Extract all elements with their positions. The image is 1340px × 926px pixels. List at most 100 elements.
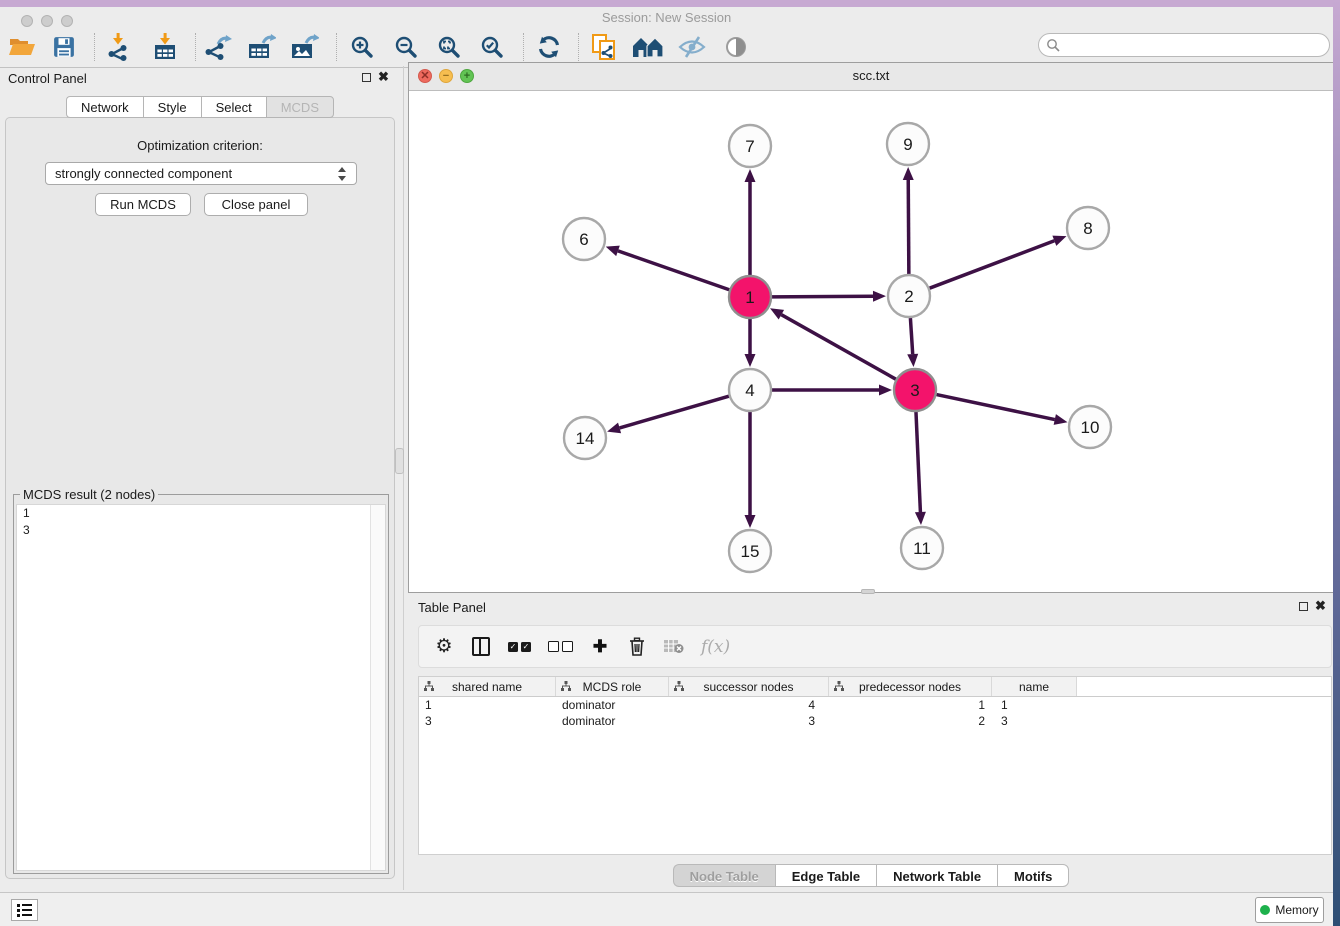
close-panel-button[interactable]: Close panel (204, 193, 308, 216)
toggle-bird-eye-button[interactable] (717, 30, 755, 64)
import-network-button[interactable] (99, 30, 137, 64)
network-view-window[interactable]: ✕ − + scc.txt 7968124314101511 (408, 62, 1334, 593)
edge-1-6[interactable] (618, 251, 729, 290)
export-table-button[interactable] (243, 30, 281, 64)
delete-rows-button[interactable] (627, 635, 647, 659)
attribute-tree-icon (561, 681, 571, 692)
add-row-button[interactable]: ✚ (590, 635, 610, 659)
edge-3-10[interactable] (937, 395, 1055, 420)
cell-name[interactable]: 3 (992, 714, 1077, 728)
cell-shared-name[interactable]: 3 (419, 714, 556, 728)
graph-node-label: 7 (745, 137, 754, 156)
edge-3-11[interactable] (916, 412, 920, 512)
column-header-predecessor-nodes[interactable]: predecessor nodes (829, 677, 992, 696)
search-input[interactable] (1060, 35, 1329, 55)
clone-network-icon (591, 33, 617, 61)
edge-1-2[interactable] (772, 296, 873, 297)
search-field[interactable] (1038, 33, 1330, 57)
cell-MCDS-role[interactable]: dominator (556, 714, 669, 728)
mcds-result-item: 3 (17, 522, 385, 539)
cell-name[interactable]: 1 (992, 698, 1077, 712)
zoom-out-button[interactable] (387, 30, 425, 64)
tab-network[interactable]: Network (66, 96, 143, 118)
edge-2-9[interactable] (908, 180, 909, 274)
cell-predecessor-nodes[interactable]: 1 (829, 698, 992, 712)
tab-select[interactable]: Select (201, 96, 266, 118)
table-row[interactable]: 3dominator323 (419, 713, 1331, 729)
import-table-button[interactable] (146, 30, 184, 64)
tab-motifs[interactable]: Motifs (997, 864, 1069, 887)
column-header-MCDS-role[interactable]: MCDS role (556, 677, 669, 696)
cell-successor-nodes[interactable]: 4 (669, 698, 829, 712)
optimization-criterion-select[interactable]: strongly connected component (45, 162, 357, 185)
tab-node-table[interactable]: Node Table (673, 864, 775, 887)
clone-network-button[interactable] (585, 30, 623, 64)
mcds-result-group: MCDS result (2 nodes) 13 (13, 494, 389, 874)
tab-style[interactable]: Style (143, 96, 201, 118)
cell-successor-nodes[interactable]: 3 (669, 714, 829, 728)
refresh-icon (537, 35, 561, 59)
run-mcds-button[interactable]: Run MCDS (95, 193, 191, 216)
toolbar-separator (336, 33, 337, 61)
save-session-button[interactable] (45, 30, 83, 64)
zoom-fit-button[interactable] (430, 30, 468, 64)
edge-2-3[interactable] (910, 318, 912, 354)
edge-arrowhead (745, 515, 756, 528)
export-table-icon (248, 34, 276, 60)
network-canvas[interactable]: 7968124314101511 (409, 90, 1333, 592)
column-header-name[interactable]: name (992, 677, 1077, 696)
control-panel-header: Control Panel ✖ (0, 66, 400, 92)
select-stepper-icon (338, 167, 347, 181)
edge-2-8[interactable] (930, 241, 1055, 288)
zoom-in-button[interactable] (343, 30, 381, 64)
mcds-result-title: MCDS result (2 nodes) (20, 487, 158, 502)
open-file-button[interactable] (3, 30, 41, 64)
tab-mcds[interactable]: MCDS (266, 96, 334, 118)
attribute-tree-icon (674, 681, 684, 692)
graph-node-label: 11 (913, 539, 931, 558)
cell-MCDS-role[interactable]: dominator (556, 698, 669, 712)
window-title: Session: New Session (0, 10, 1333, 25)
edge-3-1[interactable] (781, 315, 895, 380)
select-all-rows-button[interactable]: ✓✓ (508, 635, 531, 659)
deselect-all-icon (548, 641, 573, 652)
column-header-shared-name[interactable]: shared name (419, 677, 556, 696)
task-list-icon (17, 904, 32, 917)
home-view-button[interactable] (629, 30, 667, 64)
edge-arrowhead (745, 169, 756, 182)
export-image-button[interactable] (286, 30, 324, 64)
tab-edge-table[interactable]: Edge Table (775, 864, 876, 887)
network-resize-grip[interactable] (861, 589, 875, 594)
table-row[interactable]: 1dominator411 (419, 697, 1331, 713)
zoom-selected-button[interactable] (473, 30, 511, 64)
mcds-result-list[interactable]: 13 (16, 504, 386, 871)
task-history-button[interactable] (11, 899, 38, 921)
deselect-all-rows-button[interactable] (548, 635, 573, 659)
trash-icon (629, 637, 645, 656)
edge-arrowhead (607, 423, 621, 434)
hide-selection-button[interactable] (673, 30, 711, 64)
column-header-successor-nodes[interactable]: successor nodes (669, 677, 829, 696)
mcds-panel: Optimization criterion: strongly connect… (5, 117, 395, 879)
splitter-handle[interactable] (395, 448, 404, 474)
scrollbar-track[interactable] (370, 505, 385, 870)
show-columns-button[interactable] (471, 635, 491, 659)
table-settings-button[interactable]: ⚙ (434, 635, 454, 659)
float-panel-icon[interactable] (1299, 602, 1308, 611)
edge-4-14[interactable] (620, 396, 729, 428)
apply-function-button[interactable]: f(x) (701, 635, 730, 659)
node-table[interactable]: shared nameMCDS rolesuccessor nodesprede… (418, 676, 1332, 855)
close-panel-icon[interactable]: ✖ (378, 69, 389, 85)
refresh-layout-button[interactable] (530, 30, 568, 64)
float-panel-icon[interactable] (362, 73, 371, 82)
network-window-titlebar[interactable]: ✕ − + scc.txt (409, 63, 1333, 91)
close-panel-icon[interactable]: ✖ (1315, 598, 1326, 614)
cell-shared-name[interactable]: 1 (419, 698, 556, 712)
graph-node-label: 1 (745, 288, 754, 307)
tab-network-table[interactable]: Network Table (876, 864, 997, 887)
cell-predecessor-nodes[interactable]: 2 (829, 714, 992, 728)
export-network-button[interactable] (199, 30, 237, 64)
table-panel-title: Table Panel (418, 600, 486, 615)
destroy-table-button[interactable] (664, 635, 684, 659)
memory-button[interactable]: Memory (1255, 897, 1324, 923)
